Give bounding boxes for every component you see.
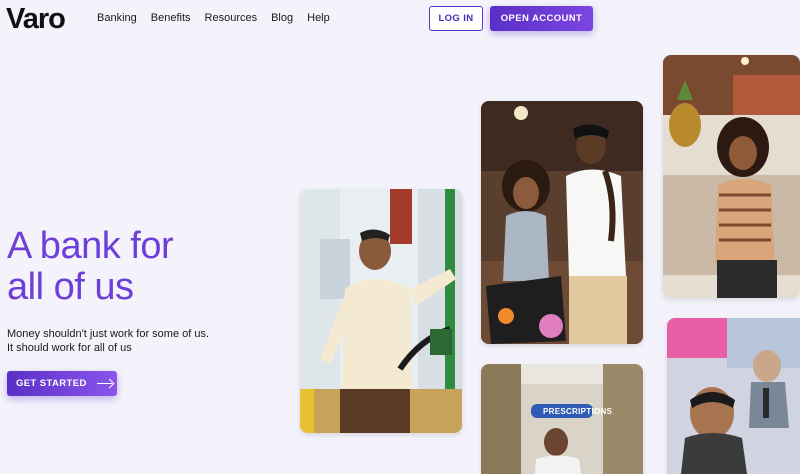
barbershop-image xyxy=(667,318,800,474)
hero-title-line2: all of us xyxy=(7,266,134,308)
photo-grocery-aisle: PRESCRIPTIONS xyxy=(481,364,643,474)
login-button[interactable]: LOG IN xyxy=(429,6,483,31)
get-started-label: GET STARTED xyxy=(16,378,87,389)
gas-station-image xyxy=(300,189,462,433)
nav-resources[interactable]: Resources xyxy=(205,12,258,24)
hero-subtitle: Money shouldn't just work for some of us… xyxy=(7,327,237,355)
photo-gas-station xyxy=(300,189,462,433)
hero-subtitle-line1: Money shouldn't just work for some of us… xyxy=(7,328,210,340)
nav-benefits[interactable]: Benefits xyxy=(151,12,191,24)
bakery-woman-image xyxy=(663,55,800,298)
get-started-button[interactable]: GET STARTED xyxy=(7,371,117,396)
nav-banking[interactable]: Banking xyxy=(97,12,137,24)
main-nav: Banking Benefits Resources Blog Help xyxy=(97,12,344,24)
grocery-aisle-image xyxy=(481,364,643,474)
prescriptions-sign: PRESCRIPTIONS xyxy=(543,407,613,416)
hero-title-line1: A bank for xyxy=(7,225,174,267)
photo-bakery-woman xyxy=(663,55,800,298)
nav-blog[interactable]: Blog xyxy=(271,12,293,24)
photo-couple-shopping xyxy=(481,101,643,344)
arrow-right-icon xyxy=(96,379,115,389)
hero-subtitle-line2: It should work for all of us xyxy=(7,342,132,354)
nav-help[interactable]: Help xyxy=(307,12,330,24)
hero-title: A bank for all of us xyxy=(7,226,267,308)
open-account-button[interactable]: OPEN ACCOUNT xyxy=(490,6,593,31)
couple-shopping-image xyxy=(481,101,643,344)
photo-barbershop xyxy=(667,318,800,474)
varo-logo[interactable]: Varo xyxy=(6,3,66,36)
